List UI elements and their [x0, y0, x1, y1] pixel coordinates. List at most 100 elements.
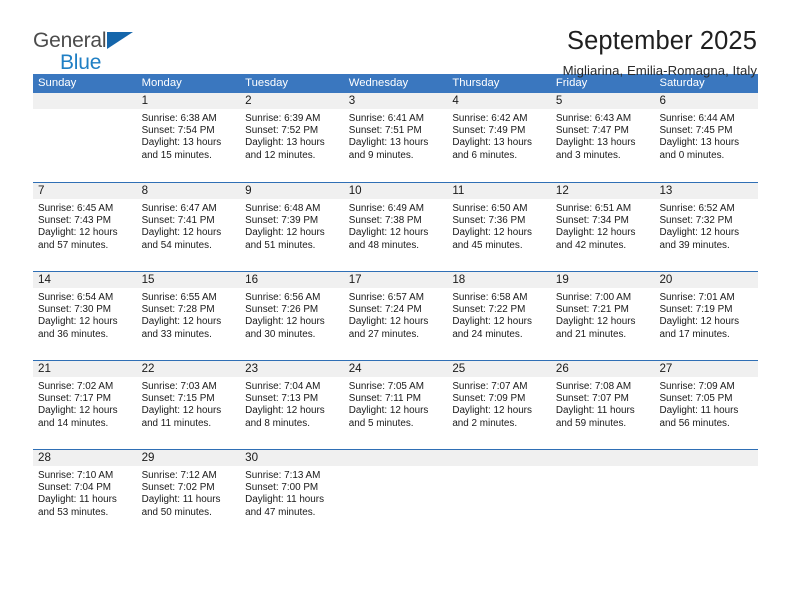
day-details: Sunrise: 6:41 AM Sunset: 7:51 PM Dayligh…	[344, 109, 448, 162]
day-cell[interactable]: 7 Sunrise: 6:45 AM Sunset: 7:43 PM Dayli…	[33, 183, 137, 271]
day-cell[interactable]	[654, 450, 759, 541]
daylight-text-line2: and 6 minutes.	[452, 149, 518, 161]
day-number: 26	[550, 361, 655, 377]
day-number: 29	[136, 450, 241, 466]
daylight-text-line2: and 56 minutes.	[659, 417, 730, 429]
sunrise-text: Sunrise: 7:03 AM	[141, 381, 217, 392]
day-cell[interactable]: 15 Sunrise: 6:55 AM Sunset: 7:28 PM Dayl…	[136, 272, 241, 360]
sunrise-text: Sunrise: 6:44 AM	[659, 113, 735, 124]
day-cell[interactable]: 10 Sunrise: 6:49 AM Sunset: 7:38 PM Dayl…	[343, 183, 448, 271]
sunrise-text: Sunrise: 6:54 AM	[38, 292, 114, 303]
sunset-text: Sunset: 7:15 PM	[141, 393, 215, 405]
sunset-text: Sunset: 7:36 PM	[452, 215, 526, 227]
day-cell[interactable]: 12 Sunrise: 6:51 AM Sunset: 7:34 PM Dayl…	[550, 183, 655, 271]
daylight-text-line2: and 54 minutes.	[141, 239, 212, 251]
sunrise-text: Sunrise: 6:38 AM	[141, 113, 217, 124]
daylight-text-line1: Daylight: 12 hours	[555, 227, 636, 239]
day-cell[interactable]: 3 Sunrise: 6:41 AM Sunset: 7:51 PM Dayli…	[343, 93, 448, 182]
day-details	[654, 466, 758, 470]
sunrise-text: Sunrise: 6:42 AM	[452, 113, 528, 124]
day-cell[interactable]: 13 Sunrise: 6:52 AM Sunset: 7:32 PM Dayl…	[654, 183, 759, 271]
daylight-text-line2: and 50 minutes.	[141, 506, 212, 518]
day-cell[interactable]	[33, 93, 137, 182]
day-cell[interactable]: 14 Sunrise: 6:54 AM Sunset: 7:30 PM Dayl…	[33, 272, 137, 360]
sunset-text: Sunset: 7:24 PM	[348, 304, 422, 316]
day-number: 2	[240, 93, 344, 109]
day-cell[interactable]: 5 Sunrise: 6:43 AM Sunset: 7:47 PM Dayli…	[550, 93, 655, 182]
day-cell[interactable]: 6 Sunrise: 6:44 AM Sunset: 7:45 PM Dayli…	[654, 93, 759, 182]
weekday-header-row: Sunday Monday Tuesday Wednesday Thursday…	[33, 74, 758, 93]
day-cell[interactable]	[447, 450, 551, 541]
logo-triangle-icon	[107, 32, 133, 49]
sunrise-text: Sunrise: 7:08 AM	[555, 381, 632, 392]
day-details: Sunrise: 6:56 AM Sunset: 7:26 PM Dayligh…	[240, 288, 344, 341]
day-cell[interactable]: 21 Sunrise: 7:02 AM Sunset: 7:17 PM Dayl…	[33, 361, 137, 449]
day-cell[interactable]: 29 Sunrise: 7:12 AM Sunset: 7:02 PM Dayl…	[136, 450, 241, 541]
daylight-text-line2: and 24 minutes.	[452, 328, 523, 340]
daylight-text-line1: Daylight: 13 hours	[245, 137, 325, 149]
day-details: Sunrise: 7:09 AM Sunset: 7:05 PM Dayligh…	[654, 377, 758, 430]
daylight-text-line2: and 3 minutes.	[555, 149, 621, 161]
sunset-text: Sunset: 7:34 PM	[555, 215, 629, 227]
day-details: Sunrise: 7:01 AM Sunset: 7:19 PM Dayligh…	[654, 288, 758, 341]
daylight-text-line2: and 12 minutes.	[245, 149, 316, 161]
day-details: Sunrise: 7:12 AM Sunset: 7:02 PM Dayligh…	[137, 466, 241, 519]
day-cell[interactable]: 17 Sunrise: 6:57 AM Sunset: 7:24 PM Dayl…	[343, 272, 448, 360]
daylight-text-line2: and 59 minutes.	[555, 417, 627, 429]
daylight-text-line2: and 30 minutes.	[245, 328, 316, 340]
day-number: 28	[33, 450, 137, 466]
day-cell[interactable]: 11 Sunrise: 6:50 AM Sunset: 7:36 PM Dayl…	[447, 183, 551, 271]
day-details	[33, 109, 137, 113]
day-cell[interactable]: 1 Sunrise: 6:38 AM Sunset: 7:54 PM Dayli…	[136, 93, 241, 182]
day-cell[interactable]: 24 Sunrise: 7:05 AM Sunset: 7:11 PM Dayl…	[343, 361, 448, 449]
sunrise-text: Sunrise: 7:02 AM	[38, 381, 114, 392]
day-cell[interactable]: 4 Sunrise: 6:42 AM Sunset: 7:49 PM Dayli…	[447, 93, 551, 182]
weekday-header-sunday: Sunday	[38, 77, 77, 89]
day-cell[interactable]: 8 Sunrise: 6:47 AM Sunset: 7:41 PM Dayli…	[136, 183, 241, 271]
daylight-text-line1: Daylight: 11 hours	[38, 494, 117, 506]
day-cell[interactable]: 16 Sunrise: 6:56 AM Sunset: 7:26 PM Dayl…	[240, 272, 344, 360]
day-cell[interactable]	[343, 450, 448, 541]
sunset-text: Sunset: 7:02 PM	[141, 482, 215, 494]
sunset-text: Sunset: 7:04 PM	[38, 482, 112, 494]
sunset-text: Sunset: 7:39 PM	[245, 215, 319, 227]
day-cell[interactable]: 19 Sunrise: 7:00 AM Sunset: 7:21 PM Dayl…	[550, 272, 655, 360]
day-number: 15	[136, 272, 241, 288]
day-number: 17	[343, 272, 448, 288]
day-number: 1	[136, 93, 241, 109]
day-number: 8	[136, 183, 241, 199]
day-cell[interactable]: 25 Sunrise: 7:07 AM Sunset: 7:09 PM Dayl…	[447, 361, 551, 449]
day-number: 22	[136, 361, 241, 377]
day-cell[interactable]: 26 Sunrise: 7:08 AM Sunset: 7:07 PM Dayl…	[550, 361, 655, 449]
sunrise-text: Sunrise: 7:09 AM	[659, 381, 735, 392]
day-details: Sunrise: 6:47 AM Sunset: 7:41 PM Dayligh…	[137, 199, 241, 252]
day-details: Sunrise: 6:50 AM Sunset: 7:36 PM Dayligh…	[447, 199, 551, 252]
day-cell[interactable]: 22 Sunrise: 7:03 AM Sunset: 7:15 PM Dayl…	[136, 361, 241, 449]
sunrise-text: Sunrise: 6:57 AM	[348, 292, 424, 303]
daylight-text-line1: Daylight: 12 hours	[659, 227, 740, 239]
day-cell[interactable]: 9 Sunrise: 6:48 AM Sunset: 7:39 PM Dayli…	[240, 183, 344, 271]
daylight-text-line1: Daylight: 12 hours	[452, 316, 532, 328]
day-number: 24	[343, 361, 448, 377]
day-cell[interactable]: 2 Sunrise: 6:39 AM Sunset: 7:52 PM Dayli…	[240, 93, 344, 182]
day-number: 16	[240, 272, 344, 288]
day-cell[interactable]: 30 Sunrise: 7:13 AM Sunset: 7:00 PM Dayl…	[240, 450, 344, 541]
day-cell[interactable]: 28 Sunrise: 7:10 AM Sunset: 7:04 PM Dayl…	[33, 450, 137, 541]
day-cell[interactable]: 20 Sunrise: 7:01 AM Sunset: 7:19 PM Dayl…	[654, 272, 759, 360]
day-number: 23	[240, 361, 344, 377]
sunset-text: Sunset: 7:32 PM	[659, 215, 733, 227]
sunset-text: Sunset: 7:47 PM	[555, 125, 629, 137]
day-number	[654, 450, 759, 466]
day-cell[interactable]: 18 Sunrise: 6:58 AM Sunset: 7:22 PM Dayl…	[447, 272, 551, 360]
daylight-text-line2: and 15 minutes.	[141, 149, 212, 161]
day-details: Sunrise: 6:58 AM Sunset: 7:22 PM Dayligh…	[447, 288, 551, 341]
day-cell[interactable]: 27 Sunrise: 7:09 AM Sunset: 7:05 PM Dayl…	[654, 361, 759, 449]
day-cell[interactable]	[550, 450, 655, 541]
daylight-text-line1: Daylight: 12 hours	[245, 405, 325, 417]
sunset-text: Sunset: 7:09 PM	[452, 393, 526, 405]
day-number: 12	[550, 183, 655, 199]
daylight-text-line1: Daylight: 12 hours	[348, 227, 429, 239]
sunset-text: Sunset: 7:07 PM	[555, 393, 629, 405]
day-cell[interactable]: 23 Sunrise: 7:04 AM Sunset: 7:13 PM Dayl…	[240, 361, 344, 449]
day-details: Sunrise: 6:44 AM Sunset: 7:45 PM Dayligh…	[654, 109, 758, 162]
